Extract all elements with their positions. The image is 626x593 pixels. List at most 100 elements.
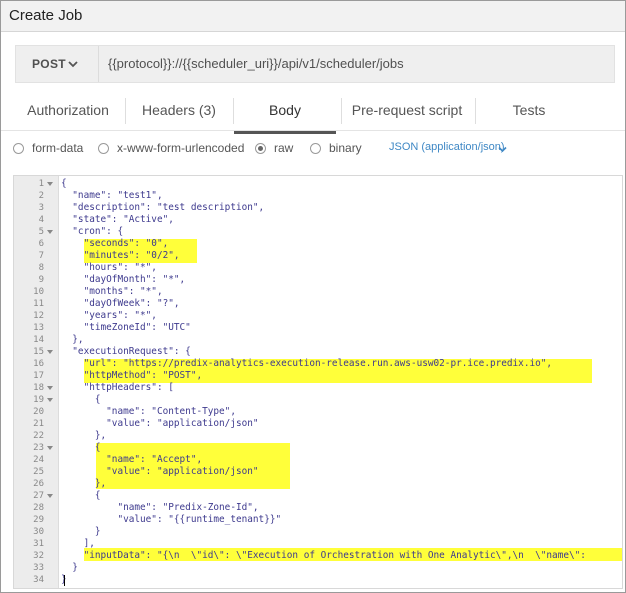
code-line: 20 "name": "Content-Type", bbox=[14, 406, 622, 418]
code-text: "url": "https://predix-analytics-executi… bbox=[61, 358, 553, 369]
tabs-divider bbox=[1, 130, 625, 131]
code-line: 26 }, bbox=[14, 478, 622, 490]
fold-toggle-icon[interactable] bbox=[47, 446, 53, 450]
body-mode-options: form-data x-www-form-urlencoded raw bina… bbox=[1, 139, 625, 161]
line-number: 8 bbox=[38, 263, 44, 273]
option-label-raw: raw bbox=[274, 141, 294, 155]
title-bar: Create Job bbox=[1, 1, 625, 32]
tab-body[interactable]: Body bbox=[234, 91, 336, 134]
code-text: "hours": "*", bbox=[61, 262, 157, 273]
code-text: "name": "Accept", bbox=[61, 454, 203, 465]
code-text: } bbox=[61, 562, 78, 573]
code-text: "executionRequest": { bbox=[61, 346, 191, 357]
code-text: { bbox=[61, 442, 101, 453]
line-number: 24 bbox=[33, 455, 44, 465]
code-text: "dayOfMonth": "*", bbox=[61, 274, 186, 285]
fold-toggle-icon[interactable] bbox=[47, 386, 53, 390]
line-number: 6 bbox=[38, 239, 44, 249]
code-text: "value": "{{runtime_tenant}}" bbox=[61, 514, 282, 525]
tab-divider bbox=[341, 98, 342, 124]
tab-tests[interactable]: Tests bbox=[479, 91, 579, 131]
code-editor[interactable]: 1{2 "name": "test1", 3 "description": "te… bbox=[13, 175, 623, 589]
code-line: 29 "value": "{{runtime_tenant}}" bbox=[14, 514, 622, 526]
code-line: 6 "seconds": "0", bbox=[14, 238, 622, 250]
line-number: 5 bbox=[38, 227, 44, 237]
radio-form-data[interactable] bbox=[13, 143, 24, 154]
fold-toggle-icon[interactable] bbox=[47, 398, 53, 402]
code-line: 4 "state": "Active", bbox=[14, 214, 622, 226]
method-dropdown[interactable]: POST bbox=[16, 46, 99, 82]
code-line: 2 "name": "test1", bbox=[14, 190, 622, 202]
fold-toggle-icon[interactable] bbox=[47, 182, 53, 186]
code-text: "months": "*", bbox=[61, 286, 163, 297]
text-cursor bbox=[64, 575, 65, 586]
line-number: 19 bbox=[33, 395, 44, 405]
code-line: 11 "dayOfWeek": "?", bbox=[14, 298, 622, 310]
tab-divider bbox=[475, 98, 476, 124]
code-line: 30 } bbox=[14, 526, 622, 538]
tab-authorization[interactable]: Authorization bbox=[15, 91, 121, 131]
code-line: 5 "cron": { bbox=[14, 226, 622, 238]
code-text: }, bbox=[61, 334, 84, 345]
create-job-window: Create Job POST {{protocol}}://{{schedul… bbox=[0, 0, 626, 593]
code-text: } bbox=[61, 526, 101, 537]
code-text: "httpHeaders": [ bbox=[61, 382, 174, 393]
code-text: "name": "Predix-Zone-Id", bbox=[61, 502, 259, 513]
code-line: 25 "value": "application/json" bbox=[14, 466, 622, 478]
request-url-bar: POST {{protocol}}://{{scheduler_uri}}/ap… bbox=[15, 45, 615, 83]
code-text: "seconds": "0", bbox=[61, 238, 169, 249]
code-line: 14 }, bbox=[14, 334, 622, 346]
code-text: "minutes": "0/2", bbox=[61, 250, 180, 261]
line-number: 10 bbox=[33, 287, 44, 297]
line-number: 34 bbox=[33, 575, 44, 585]
line-number: 28 bbox=[33, 503, 44, 513]
line-number: 1 bbox=[38, 179, 44, 189]
code-line: 8 "hours": "*", bbox=[14, 262, 622, 274]
code-line: 16 "url": "https://predix-analytics-exec… bbox=[14, 358, 622, 370]
code-line: 31 ], bbox=[14, 538, 622, 550]
code-text: "name": "test1", bbox=[61, 190, 163, 201]
code-text: "value": "application/json" bbox=[61, 418, 259, 429]
code-text: "name": "Content-Type", bbox=[61, 406, 236, 417]
line-number: 17 bbox=[33, 371, 44, 381]
code-text: "dayOfWeek": "?", bbox=[61, 298, 180, 309]
code-text: "description": "test description", bbox=[61, 202, 265, 213]
line-number: 33 bbox=[33, 563, 44, 573]
line-number: 32 bbox=[33, 551, 44, 561]
code-line: 23 { bbox=[14, 442, 622, 454]
tab-pre-request-script[interactable]: Pre-request script bbox=[345, 91, 469, 131]
option-label-binary: binary bbox=[329, 141, 362, 155]
url-input[interactable]: {{protocol}}://{{scheduler_uri}}/api/v1/… bbox=[108, 56, 404, 71]
fold-toggle-icon[interactable] bbox=[47, 494, 53, 498]
tab-headers[interactable]: Headers (3) bbox=[129, 91, 229, 131]
tab-divider bbox=[125, 98, 126, 124]
code-text: "timeZoneId": "UTC" bbox=[61, 322, 191, 333]
line-number: 4 bbox=[38, 215, 44, 225]
code-line: 34} bbox=[14, 574, 622, 586]
code-text: "value": "application/json" bbox=[61, 466, 259, 477]
code-text: "cron": { bbox=[61, 226, 124, 237]
radio-x-www-form-urlencoded[interactable] bbox=[98, 143, 109, 154]
line-number: 3 bbox=[38, 203, 44, 213]
fold-toggle-icon[interactable] bbox=[47, 230, 53, 234]
line-number: 14 bbox=[33, 335, 44, 345]
code-line: 10 "months": "*", bbox=[14, 286, 622, 298]
radio-raw[interactable] bbox=[255, 143, 266, 154]
code-line: 12 "years": "*", bbox=[14, 310, 622, 322]
line-number: 25 bbox=[33, 467, 44, 477]
code-line: 17 "httpMethod": "POST", bbox=[14, 370, 622, 382]
code-line: 19 { bbox=[14, 394, 622, 406]
code-line: 7 "minutes": "0/2", bbox=[14, 250, 622, 262]
code-line: 15 "executionRequest": { bbox=[14, 346, 622, 358]
chevron-down-icon bbox=[498, 146, 507, 153]
line-number: 9 bbox=[38, 275, 44, 285]
line-number: 13 bbox=[33, 323, 44, 333]
radio-binary[interactable] bbox=[310, 143, 321, 154]
content-type-dropdown[interactable]: JSON (application/json) bbox=[389, 141, 505, 153]
method-label: POST bbox=[32, 57, 66, 71]
line-number: 2 bbox=[38, 191, 44, 201]
code-line: 22 }, bbox=[14, 430, 622, 442]
option-label-form-data: form-data bbox=[32, 141, 84, 155]
line-number: 27 bbox=[33, 491, 44, 501]
fold-toggle-icon[interactable] bbox=[47, 350, 53, 354]
